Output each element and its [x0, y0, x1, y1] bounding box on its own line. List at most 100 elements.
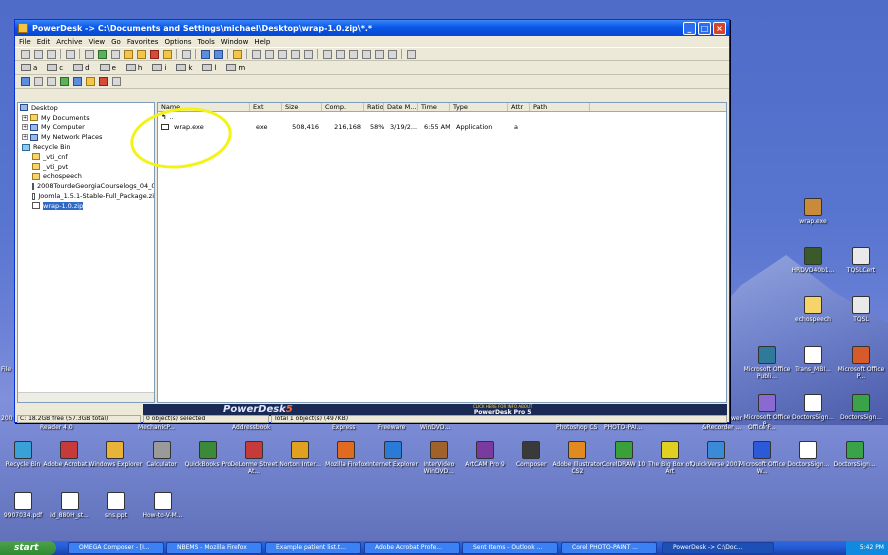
- desktop-icon-tqslcert[interactable]: TQSLCert: [834, 247, 888, 274]
- column-header-attr[interactable]: Attr: [508, 103, 530, 111]
- menu-item-tools[interactable]: Tools: [197, 38, 214, 46]
- close-button[interactable]: ×: [713, 21, 726, 35]
- paste-icon[interactable]: [47, 49, 56, 59]
- menu-item-options[interactable]: Options: [164, 38, 191, 46]
- column-header-type[interactable]: Type: [450, 103, 508, 111]
- calendar-icon[interactable]: [34, 77, 43, 86]
- sort-type-icon[interactable]: [375, 49, 384, 59]
- drive-button-l[interactable]: l: [202, 64, 216, 72]
- properties-icon[interactable]: [98, 49, 107, 59]
- taskbar-button[interactable]: Example patient list.t...: [265, 542, 361, 554]
- move-to-icon[interactable]: [137, 49, 146, 59]
- powerdesk-window[interactable]: PowerDesk -> C:\Documents and Settings\m…: [14, 19, 730, 423]
- extract-icon[interactable]: [150, 49, 159, 59]
- tree-item[interactable]: 2008TourdeGeorgiaCourselogs_04_0: [18, 181, 154, 191]
- small-icons-icon[interactable]: [265, 49, 274, 59]
- recycle-icon[interactable]: [99, 77, 108, 86]
- tree-horizontal-scrollbar[interactable]: [18, 392, 154, 402]
- expand-icon[interactable]: +: [22, 134, 28, 141]
- drive-button-i[interactable]: i: [152, 64, 166, 72]
- minimize-button[interactable]: _: [683, 21, 696, 35]
- menu-item-go[interactable]: Go: [111, 38, 121, 46]
- column-header-size[interactable]: Size: [282, 103, 322, 111]
- menu-item-favorites[interactable]: Favorites: [127, 38, 159, 46]
- file-row[interactable]: wrap.exe exe 508,416 216,168 58% 3/19/2... 6:5…: [158, 122, 726, 132]
- details-view-icon[interactable]: [291, 49, 300, 59]
- column-header-datem[interactable]: Date M...: [384, 103, 418, 111]
- column-header-path[interactable]: Path: [530, 103, 590, 111]
- expand-icon[interactable]: +: [22, 114, 28, 121]
- drive-button-c[interactable]: c: [47, 64, 63, 72]
- filter-icon[interactable]: [388, 49, 397, 59]
- tree-item[interactable]: + My Documents: [18, 113, 154, 123]
- desktop-icon-doctorssign-1[interactable]: DoctorsSign...: [786, 394, 840, 421]
- taskbar-button[interactable]: Adobe Acrobat Profe...: [364, 542, 460, 554]
- sort-az-icon[interactable]: [323, 49, 332, 59]
- back-icon[interactable]: [201, 49, 210, 59]
- menu-item-window[interactable]: Window: [221, 38, 249, 46]
- taskbar-button[interactable]: OMEGA Composer - [I...: [68, 542, 164, 554]
- undo-icon[interactable]: [66, 49, 75, 59]
- drive-button-m[interactable]: m: [226, 64, 245, 72]
- desktop-icon-office-p1[interactable]: Microsoft Office P...: [834, 346, 888, 380]
- delete-icon[interactable]: [111, 49, 120, 59]
- large-icons-icon[interactable]: [252, 49, 261, 59]
- sort-za-icon[interactable]: [336, 49, 345, 59]
- email-icon[interactable]: [182, 49, 191, 59]
- desktop-icon-wrap-exe[interactable]: wrap.exe: [786, 198, 840, 225]
- maximize-button[interactable]: □: [698, 21, 711, 35]
- desktop-icon-tqsl[interactable]: TQSL: [834, 296, 888, 323]
- taskbar-button[interactable]: NBEMS - Mozilla Firefox: [166, 542, 262, 554]
- tree-item[interactable]: echospeech: [18, 172, 154, 182]
- favorites-icon[interactable]: [86, 77, 95, 86]
- copy-icon[interactable]: [34, 49, 43, 59]
- tools-icon[interactable]: [60, 77, 69, 86]
- desktop-icon-doctorssign-[interactable]: DoctorsSign...: [828, 441, 882, 468]
- menu-item-file[interactable]: File: [19, 38, 31, 46]
- desktop-icon-doctorssign-2[interactable]: DoctorsSign...: [834, 394, 888, 421]
- menu-item-archive[interactable]: Archive: [56, 38, 82, 46]
- desktop-icon-trans-mbi[interactable]: Trans_MBI...: [786, 346, 840, 373]
- up-folder-icon[interactable]: [233, 49, 242, 59]
- copy-to-icon[interactable]: [124, 49, 133, 59]
- tree-item[interactable]: Desktop: [18, 103, 154, 113]
- drive-button-e[interactable]: e: [99, 64, 116, 72]
- tree-item[interactable]: Joomla_1.5.1-Stable-Full_Package.zi: [18, 191, 154, 201]
- column-header-ratio[interactable]: Ratio: [364, 103, 384, 111]
- drive-button-a[interactable]: a: [21, 64, 37, 72]
- expand-icon[interactable]: +: [22, 124, 28, 131]
- menu-item-view[interactable]: View: [88, 38, 105, 46]
- new-folder-icon[interactable]: [163, 49, 172, 59]
- taskbar-button[interactable]: PowerDesk -> C:\Doc...: [662, 542, 774, 554]
- menu-item-edit[interactable]: Edit: [37, 38, 51, 46]
- forward-icon[interactable]: [214, 49, 223, 59]
- column-header-ext[interactable]: Ext: [250, 103, 282, 111]
- cut-icon[interactable]: [21, 49, 30, 59]
- drive-button-k[interactable]: k: [176, 64, 192, 72]
- drive-button-d[interactable]: d: [73, 64, 90, 72]
- menu-item-help[interactable]: Help: [254, 38, 270, 46]
- taskbar-button[interactable]: Sent Items - Outlook ...: [462, 542, 558, 554]
- list-view-icon[interactable]: [278, 49, 287, 59]
- thumbnails-icon[interactable]: [304, 49, 313, 59]
- file-list[interactable]: Name Ext Size Comp. Ratio Date M... Time Type At…: [157, 102, 727, 403]
- refresh-icon[interactable]: [21, 77, 30, 86]
- sort-size-icon[interactable]: [362, 49, 371, 59]
- sort-date-icon[interactable]: [349, 49, 358, 59]
- desktop-icon-echospeech[interactable]: echospeech: [786, 296, 840, 323]
- edit-icon[interactable]: [112, 77, 121, 86]
- window-titlebar[interactable]: PowerDesk -> C:\Documents and Settings\m…: [15, 20, 729, 36]
- drive-button-h[interactable]: h: [125, 64, 142, 72]
- view-icon[interactable]: [85, 49, 94, 59]
- search-icon[interactable]: [407, 49, 416, 59]
- tree-item[interactable]: _vti_pvt: [18, 162, 154, 172]
- network-icon[interactable]: [73, 77, 82, 86]
- start-button[interactable]: start: [0, 541, 56, 555]
- parent-folder-row[interactable]: ↰..: [158, 112, 726, 122]
- tree-item[interactable]: wrap-1.0.zip: [18, 201, 154, 211]
- desktop-icon-file[interactable]: How-to-V-M...: [136, 492, 190, 519]
- column-header-time[interactable]: Time: [418, 103, 450, 111]
- window-icon[interactable]: [47, 77, 56, 86]
- desktop-icon-hrdvd[interactable]: HRDVD40b1...: [786, 247, 840, 274]
- column-header-comp[interactable]: Comp.: [322, 103, 364, 111]
